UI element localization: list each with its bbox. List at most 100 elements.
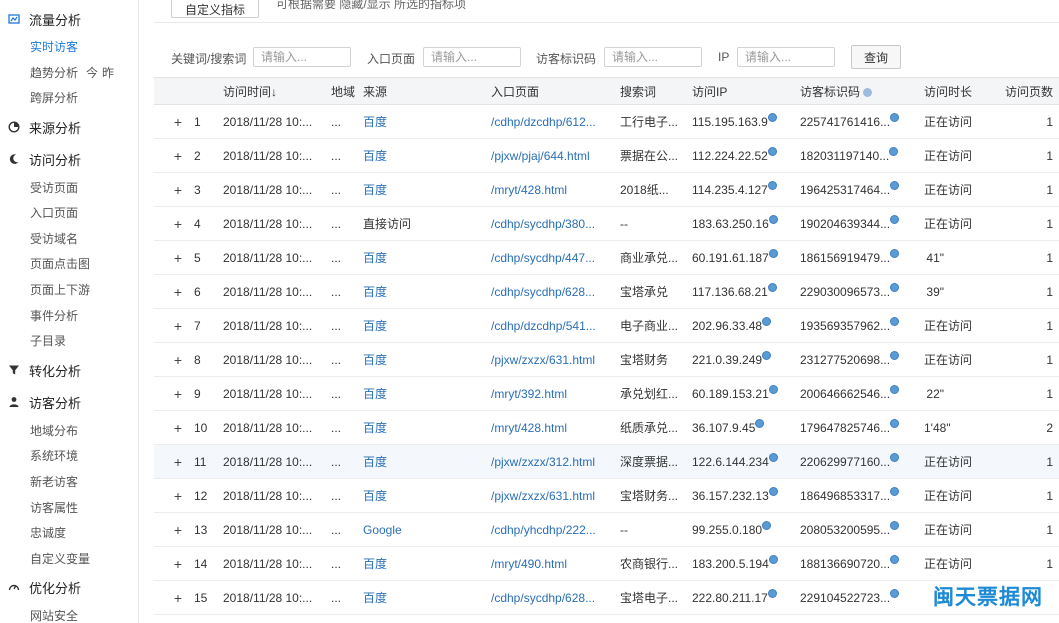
help-icon[interactable] [863,87,873,97]
keyword-input[interactable] [253,47,351,67]
ip-input[interactable] [737,47,835,67]
sidebar-item[interactable]: 网站安全 [30,606,78,623]
source[interactable]: 百度 [363,319,387,333]
ip-info-icon[interactable] [768,214,778,224]
expand-icon[interactable]: + [171,284,185,300]
visitor-info-icon[interactable] [890,486,900,496]
entry-page-link[interactable]: /cdhp/dzcdhp/541... [491,319,596,333]
sidebar-item[interactable]: 子目录 [30,331,66,351]
ip-info-icon[interactable] [767,588,777,598]
visitor-info-icon[interactable] [890,554,900,564]
sidebar-item[interactable]: 页面点击图 [30,254,90,274]
sidebar-item[interactable]: 实时访客 [30,37,78,57]
expand-icon[interactable]: + [171,522,185,538]
sidebar-item[interactable]: 页面上下游 [30,280,90,300]
ip-info-icon[interactable] [767,146,777,156]
entry-page-link[interactable]: /mryt/428.html [491,421,567,435]
expand-icon[interactable]: + [171,216,185,232]
entry-page-link[interactable]: /mryt/490.html [491,557,567,571]
sidebar-item[interactable]: 地域分布 [30,421,78,441]
expand-icon[interactable]: + [171,182,185,198]
sidebar-group-4[interactable]: 访客分析 [0,389,81,415]
expand-icon[interactable]: + [171,148,185,164]
source[interactable]: 百度 [363,489,387,503]
sidebar-group-3[interactable]: 转化分析 [0,357,81,383]
visitor-id-input[interactable] [604,47,702,67]
table-row[interactable]: +11 2018/11/28 10:...... 百度/pjxw/zxzx/312.… [154,444,1059,479]
ip-info-icon[interactable] [755,418,765,428]
expand-icon[interactable]: + [171,114,185,130]
ip-info-icon[interactable] [762,350,772,360]
ip-info-icon[interactable] [762,520,772,530]
entry-page-link[interactable]: /cdhp/sycdhp/447... [491,251,595,265]
visitor-info-icon[interactable] [890,180,900,190]
entry-page-input[interactable] [423,47,521,67]
sidebar-group-5[interactable]: 优化分析 [0,574,81,600]
ip-info-icon[interactable] [767,180,777,190]
source[interactable]: 百度 [363,387,387,401]
table-row[interactable]: +13 2018/11/28 10:...... Google/cdhp/yhcdh… [154,513,1059,547]
source[interactable]: 百度 [363,149,387,163]
table-row[interactable]: +10 2018/11/28 10:...... 百度/mryt/428.html 纸… [154,411,1059,445]
ip-info-icon[interactable] [767,282,777,292]
entry-page-link[interactable]: /cdhp/dzcdhp/612... [491,115,596,129]
visitor-info-icon[interactable] [889,146,899,156]
sidebar-item[interactable]: 跨屏分析 [30,88,78,108]
ip-info-icon[interactable] [768,554,778,564]
source[interactable]: 百度 [363,421,387,435]
col-time[interactable]: 访问时间↓ [223,77,331,105]
table-row[interactable]: +8 2018/11/28 10:...... 百度/pjxw/zxzx/631.h… [154,343,1059,377]
source[interactable]: 百度 [363,285,387,299]
visitor-info-icon[interactable] [890,350,900,360]
table-row[interactable]: +6 2018/11/28 10:...... 百度/cdhp/sycdhp/628… [154,275,1059,309]
source[interactable]: 百度 [363,251,387,265]
ip-info-icon[interactable] [768,384,778,394]
sidebar-group-1[interactable]: 来源分析 [0,114,81,140]
table-row[interactable]: +5 2018/11/28 10:...... 百度/cdhp/sycdhp/447… [154,241,1059,275]
ip-info-icon[interactable] [768,248,778,258]
sidebar-item[interactable]: 忠诚度 [30,523,66,543]
table-row[interactable]: +7 2018/11/28 10:...... 百度/cdhp/dzcdhp/541… [154,309,1059,343]
visitor-info-icon[interactable] [890,452,900,462]
entry-page-link[interactable]: /cdhp/sycdhp/628... [491,285,595,299]
visitor-info-icon[interactable] [890,214,900,224]
visitor-info-icon[interactable] [890,316,900,326]
visitor-info-icon[interactable] [890,384,900,394]
table-row[interactable]: +4 2018/11/28 10:...... 直接访问/cdhp/sycdhp/3… [154,207,1059,241]
table-row[interactable]: +14 2018/11/28 10:...... 百度/mryt/490.html 农… [154,547,1059,581]
sidebar-item[interactable]: 系统环境 [30,446,78,466]
visitor-info-icon[interactable] [890,418,900,428]
expand-icon[interactable]: + [171,420,185,436]
ip-info-icon[interactable] [768,452,778,462]
entry-page-link[interactable]: /pjxw/zxzx/631.html [491,489,595,503]
source[interactable]: 百度 [363,353,387,367]
visitor-info-icon[interactable] [890,588,900,598]
visitor-info-icon[interactable] [890,248,900,258]
sort-down-icon[interactable]: ↓ [271,85,277,99]
source[interactable]: 百度 [363,115,387,129]
sidebar-group-2[interactable]: 访问分析 [0,146,81,172]
table-row[interactable]: +3 2018/11/28 10:...... 百度/mryt/428.html 20… [154,173,1059,207]
sidebar-group-0[interactable]: 流量分析 [0,6,81,32]
entry-page-link[interactable]: /pjxw/zxzx/312.html [491,455,595,469]
entry-page-link[interactable]: /cdhp/yhcdhp/222... [491,523,596,537]
table-row[interactable]: +2 2018/11/28 10:...... 百度/pjxw/pjaj/644.h… [154,139,1059,173]
visitor-info-icon[interactable] [890,520,900,530]
sidebar-item[interactable]: 受访页面 [30,178,78,198]
source[interactable]: Google [363,523,402,537]
sidebar-item[interactable]: 新老访客 [30,472,78,492]
query-button[interactable]: 查询 [851,45,901,69]
source[interactable]: 百度 [363,557,387,571]
ip-info-icon[interactable] [762,316,772,326]
table-row[interactable]: +1 2018/11/28 10:...... 百度/cdhp/dzcdhp/612… [154,105,1059,139]
expand-icon[interactable]: + [171,556,185,572]
sidebar-item[interactable]: 事件分析 [30,306,78,326]
sidebar-item[interactable]: 访客属性 [30,498,78,518]
visitor-info-icon[interactable] [890,282,900,292]
entry-page-link[interactable]: /mryt/392.html [491,387,567,401]
table-row[interactable]: +9 2018/11/28 10:...... 百度/mryt/392.html 承兑… [154,377,1059,411]
expand-icon[interactable]: + [171,386,185,402]
source[interactable]: 百度 [363,591,387,605]
entry-page-link[interactable]: /cdhp/sycdhp/380... [491,217,595,231]
sidebar-item[interactable]: 趋势分析 今昨 [30,63,118,83]
